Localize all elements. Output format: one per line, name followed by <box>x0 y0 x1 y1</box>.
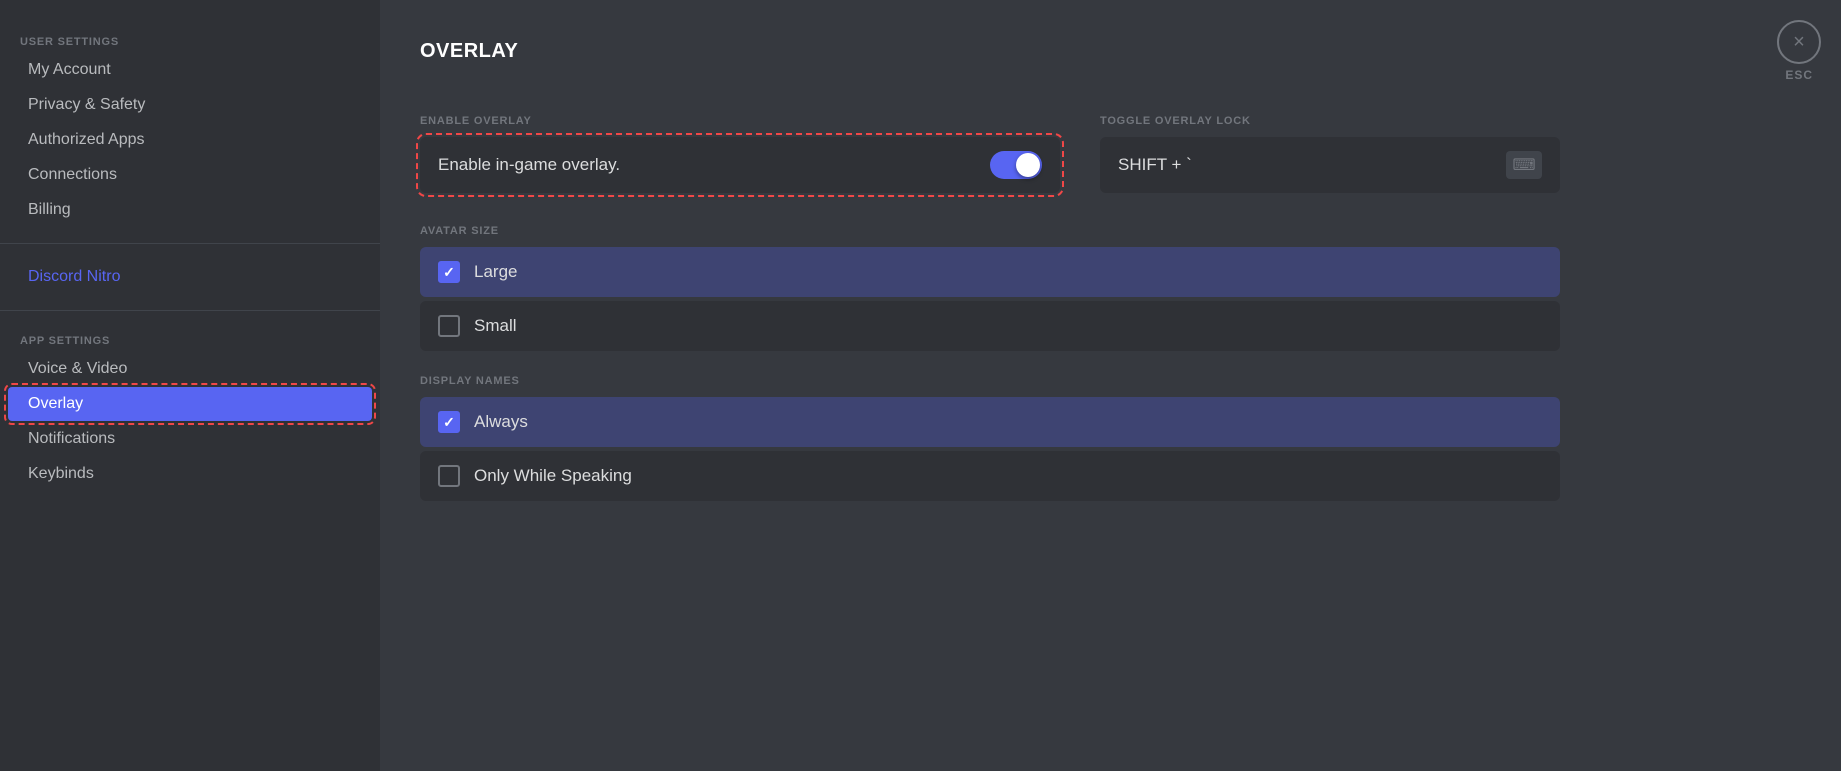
main-content: × ESC OVERLAY ENABLE OVERLAY Enable in-g… <box>380 0 1841 771</box>
toggle-lock-section-label: TOGGLE OVERLAY LOCK <box>1100 115 1560 127</box>
avatar-size-small-label: Small <box>474 316 517 336</box>
display-names-always-row[interactable]: Always <box>420 397 1560 447</box>
avatar-size-small-checkbox[interactable] <box>438 315 460 337</box>
avatar-size-small-row[interactable]: Small <box>420 301 1560 351</box>
sidebar: USER SETTINGS My Account Privacy & Safet… <box>0 0 380 771</box>
enable-overlay-section: ENABLE OVERLAY Enable in-game overlay. <box>420 91 1060 197</box>
overlay-top-row: ENABLE OVERLAY Enable in-game overlay. T… <box>420 91 1801 197</box>
sidebar-divider <box>0 243 380 244</box>
close-button[interactable]: × <box>1777 20 1821 64</box>
sidebar-divider-2 <box>0 310 380 311</box>
sidebar-item-my-account[interactable]: My Account <box>8 53 372 87</box>
display-names-always-label: Always <box>474 412 528 432</box>
esc-label: ESC <box>1785 68 1813 82</box>
sidebar-item-discord-nitro[interactable]: Discord Nitro <box>8 260 372 294</box>
page-title: OVERLAY <box>420 40 1801 63</box>
display-names-section-label: DISPLAY NAMES <box>420 375 1801 387</box>
avatar-size-large-row[interactable]: Large <box>420 247 1560 297</box>
enable-overlay-toggle[interactable] <box>990 151 1042 179</box>
display-names-speaking-label: Only While Speaking <box>474 466 632 486</box>
toggle-lock-value: SHIFT + ` <box>1118 155 1494 175</box>
avatar-size-large-label: Large <box>474 262 517 282</box>
enable-overlay-row[interactable]: Enable in-game overlay. <box>420 137 1060 193</box>
display-names-speaking-checkbox[interactable] <box>438 465 460 487</box>
sidebar-item-connections[interactable]: Connections <box>8 158 372 192</box>
enable-overlay-section-label: ENABLE OVERLAY <box>420 115 1060 127</box>
toggle-lock-row[interactable]: SHIFT + ` ⌨ <box>1100 137 1560 193</box>
avatar-size-large-checkbox[interactable] <box>438 261 460 283</box>
sidebar-item-overlay[interactable]: Overlay <box>8 387 372 421</box>
toggle-thumb <box>1016 153 1040 177</box>
sidebar-item-billing[interactable]: Billing <box>8 193 372 227</box>
sidebar-item-notifications[interactable]: Notifications <box>8 422 372 456</box>
sidebar-item-privacy-safety[interactable]: Privacy & Safety <box>8 88 372 122</box>
app-settings-section-label: APP SETTINGS <box>0 327 380 351</box>
display-names-speaking-row[interactable]: Only While Speaking <box>420 451 1560 501</box>
sidebar-item-authorized-apps[interactable]: Authorized Apps <box>8 123 372 157</box>
display-names-always-checkbox[interactable] <box>438 411 460 433</box>
toggle-lock-section: TOGGLE OVERLAY LOCK SHIFT + ` ⌨ <box>1100 91 1560 193</box>
keyboard-icon: ⌨ <box>1506 151 1542 179</box>
toggle-track[interactable] <box>990 151 1042 179</box>
sidebar-item-keybinds[interactable]: Keybinds <box>8 457 372 491</box>
sidebar-item-voice-video[interactable]: Voice & Video <box>8 352 372 386</box>
avatar-size-section-label: AVATAR SIZE <box>420 225 1801 237</box>
enable-overlay-label: Enable in-game overlay. <box>438 155 620 175</box>
user-settings-section-label: USER SETTINGS <box>0 28 380 52</box>
